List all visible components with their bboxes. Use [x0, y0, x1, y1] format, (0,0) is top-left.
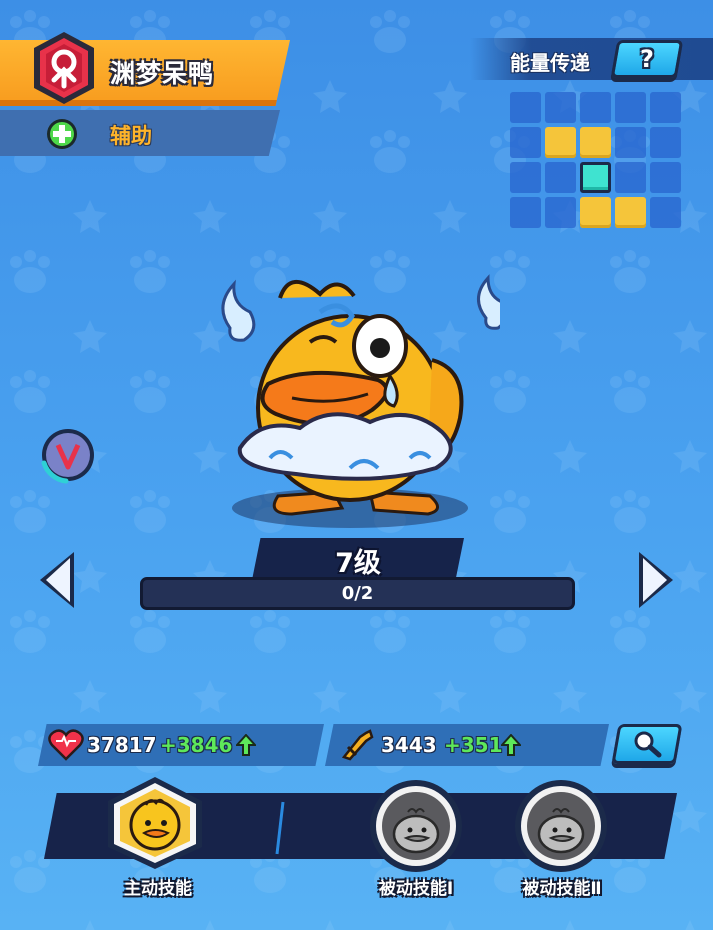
energy-grid-cell-empty — [510, 197, 541, 228]
attack-value: 3443 — [381, 733, 437, 757]
energy-grid-cell-empty — [650, 127, 681, 158]
plus-icon — [47, 119, 77, 149]
attack-icon — [341, 729, 374, 761]
hp-bonus: +3846 — [160, 733, 233, 757]
previous-hero-arrow[interactable] — [36, 548, 80, 612]
next-hero-arrow[interactable] — [633, 548, 677, 612]
skill-bar-divider — [275, 801, 285, 855]
energy-grid-cell-empty — [650, 92, 681, 123]
energy-grid-cell-empty — [545, 162, 576, 193]
arrow-up-icon — [501, 734, 521, 756]
level-progress-text: 0/2 — [341, 583, 374, 604]
energy-grid-cell-yellow — [580, 127, 611, 158]
skin-v-button[interactable] — [36, 425, 98, 485]
energy-grid-cell-empty — [510, 162, 541, 193]
hero-level: 7级 — [335, 548, 381, 579]
active-skill-label: 主动技能 — [124, 879, 192, 899]
passive-skill-2-label: 被动技能Ⅱ — [522, 879, 602, 899]
energy-grid-cell-yellow — [580, 197, 611, 228]
energy-grid-cell-empty — [650, 197, 681, 228]
energy-grid — [510, 92, 681, 228]
stats-detail-button[interactable] — [611, 724, 683, 764]
energy-grid-cell-empty — [510, 92, 541, 123]
energy-grid-cell-empty — [615, 162, 646, 193]
passive-skill-1-slot[interactable] — [368, 778, 464, 874]
active-skill-icon — [108, 777, 202, 869]
passive-skill-1-label: 被动技能Ⅰ — [378, 879, 454, 899]
energy-transfer-label: 能量传递 — [510, 51, 590, 75]
hero-type-label: 辅助 — [110, 124, 152, 148]
passive-skill-2-slot[interactable] — [513, 778, 609, 874]
heart-icon — [48, 729, 84, 761]
magnifier-icon — [634, 731, 662, 758]
hero-name: 渊梦呆鸭 — [110, 59, 215, 88]
hp-value: 37817 — [87, 733, 157, 757]
arrow-up-icon — [236, 734, 256, 756]
energy-grid-cell-yellow — [615, 197, 646, 228]
question-icon: ? — [640, 45, 654, 73]
energy-grid-cell-center — [580, 162, 611, 193]
passive-skill-2-icon — [515, 780, 607, 872]
energy-grid-cell-empty — [510, 127, 541, 158]
attack-bonus: +351 — [444, 733, 503, 757]
role-emblem-icon — [34, 32, 94, 104]
energy-grid-cell-yellow — [545, 127, 576, 158]
passive-skill-1-icon — [370, 780, 462, 872]
help-button[interactable]: ? — [610, 40, 684, 78]
energy-grid-cell-empty — [545, 197, 576, 228]
hero-character-illustration — [221, 274, 500, 528]
energy-grid-cell-empty — [545, 92, 576, 123]
energy-grid-cell-empty — [580, 92, 611, 123]
energy-grid-cell-empty — [615, 92, 646, 123]
active-skill-slot[interactable] — [102, 775, 208, 871]
energy-grid-cell-empty — [650, 162, 681, 193]
energy-grid-cell-empty — [615, 127, 646, 158]
